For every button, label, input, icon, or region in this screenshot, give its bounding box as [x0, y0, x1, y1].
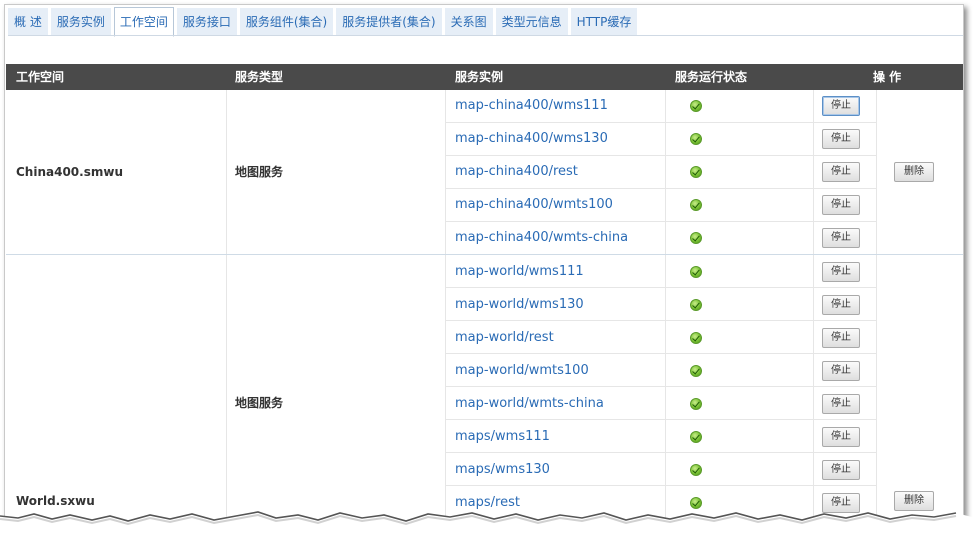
row-divider — [445, 485, 876, 486]
service-instance-link[interactable]: map-world/rest — [455, 330, 554, 346]
column-divider — [876, 90, 877, 533]
header-workspace: 工作空间 — [16, 70, 65, 84]
row-divider — [445, 122, 876, 123]
tab-bar: 概 述 服务实例 工作空间 服务接口 服务组件(集合) 服务提供者(集合) 关系… — [8, 7, 640, 37]
column-divider — [813, 90, 814, 533]
service-instance-link[interactable]: map-world/wms111 — [455, 264, 584, 280]
tab-service-instances[interactable]: 服务实例 — [50, 8, 111, 35]
service-instance-link[interactable]: maps/wms130 — [455, 462, 550, 478]
stop-button[interactable]: 停止 — [822, 295, 860, 315]
table-body: China400.smwu 地图服务 删除 map-china400/wms11… — [6, 90, 963, 533]
green-check-circle-icon — [690, 133, 702, 145]
service-instance-link[interactable]: map-china400/wmts-china — [455, 230, 628, 246]
service-instance-link[interactable]: map-china400/wms111 — [455, 98, 608, 114]
tab-overview[interactable]: 概 述 — [8, 8, 48, 35]
service-instance-link[interactable]: map-china400/wms130 — [455, 131, 608, 147]
row-divider — [445, 353, 876, 354]
header-operation: 操 作 — [873, 70, 902, 84]
tab-service-components[interactable]: 服务组件(集合) — [239, 8, 334, 35]
service-type: 地图服务 — [235, 396, 284, 410]
tab-divider — [8, 35, 963, 36]
stop-button[interactable]: 停止 — [822, 195, 860, 215]
service-instance-link[interactable]: map-world/wmts100 — [455, 363, 589, 379]
stop-button[interactable]: 停止 — [822, 129, 860, 149]
green-check-circle-icon — [690, 398, 702, 410]
green-check-circle-icon — [690, 464, 702, 476]
row-divider — [445, 287, 876, 288]
header-service-type: 服务类型 — [235, 70, 284, 84]
workspace-name: China400.smwu — [16, 165, 123, 179]
service-instance-link[interactable]: maps/wms111 — [455, 429, 550, 445]
row-divider — [445, 320, 876, 321]
service-instance-link[interactable]: map-china400/rest — [455, 164, 578, 180]
tab-http-cache[interactable]: HTTP缓存 — [570, 8, 638, 35]
service-instance-link[interactable]: map-world/wms130 — [455, 297, 584, 313]
row-divider — [445, 188, 876, 189]
row-divider — [445, 155, 876, 156]
column-divider — [665, 90, 666, 533]
stop-button[interactable]: 停止 — [822, 427, 860, 447]
delete-button[interactable]: 删除 — [894, 162, 934, 182]
workspace-window: 概 述 服务实例 工作空间 服务接口 服务组件(集合) 服务提供者(集合) 关系… — [4, 4, 964, 534]
row-divider — [445, 221, 876, 222]
group-divider — [6, 254, 963, 255]
stop-button[interactable]: 停止 — [822, 460, 860, 480]
tab-relationship-graph[interactable]: 关系图 — [444, 8, 493, 35]
stop-button[interactable]: 停止 — [822, 162, 860, 182]
tab-service-providers[interactable]: 服务提供者(集合) — [336, 8, 442, 35]
table-header: 工作空间 服务类型 服务实例 服务运行状态 操 作 — [6, 64, 963, 90]
green-check-circle-icon — [690, 365, 702, 377]
header-service-instance: 服务实例 — [455, 70, 504, 84]
row-divider — [445, 386, 876, 387]
green-check-circle-icon — [690, 166, 702, 178]
tab-workspace[interactable]: 工作空间 — [113, 7, 174, 37]
green-check-circle-icon — [690, 431, 702, 443]
stop-button[interactable]: 停止 — [822, 96, 860, 116]
torn-edge-decoration — [0, 511, 976, 544]
service-instance-link[interactable]: map-world/wmts-china — [455, 396, 604, 412]
column-divider — [445, 90, 446, 533]
green-check-circle-icon — [690, 100, 702, 112]
green-check-circle-icon — [690, 266, 702, 278]
stop-button[interactable]: 停止 — [822, 262, 860, 282]
stop-button[interactable]: 停止 — [822, 228, 860, 248]
row-divider — [445, 419, 876, 420]
green-check-circle-icon — [690, 232, 702, 244]
service-instance-link[interactable]: map-china400/wmts100 — [455, 197, 613, 213]
service-type: 地图服务 — [235, 165, 284, 179]
stop-button[interactable]: 停止 — [822, 328, 860, 348]
column-divider — [226, 90, 227, 533]
green-check-circle-icon — [690, 199, 702, 211]
header-run-status: 服务运行状态 — [675, 70, 748, 84]
tab-type-metadata[interactable]: 类型元信息 — [495, 8, 568, 35]
stop-button[interactable]: 停止 — [822, 361, 860, 381]
tab-service-interfaces[interactable]: 服务接口 — [176, 8, 237, 35]
green-check-circle-icon — [690, 332, 702, 344]
row-divider — [445, 452, 876, 453]
green-check-circle-icon — [690, 299, 702, 311]
stop-button[interactable]: 停止 — [822, 394, 860, 414]
